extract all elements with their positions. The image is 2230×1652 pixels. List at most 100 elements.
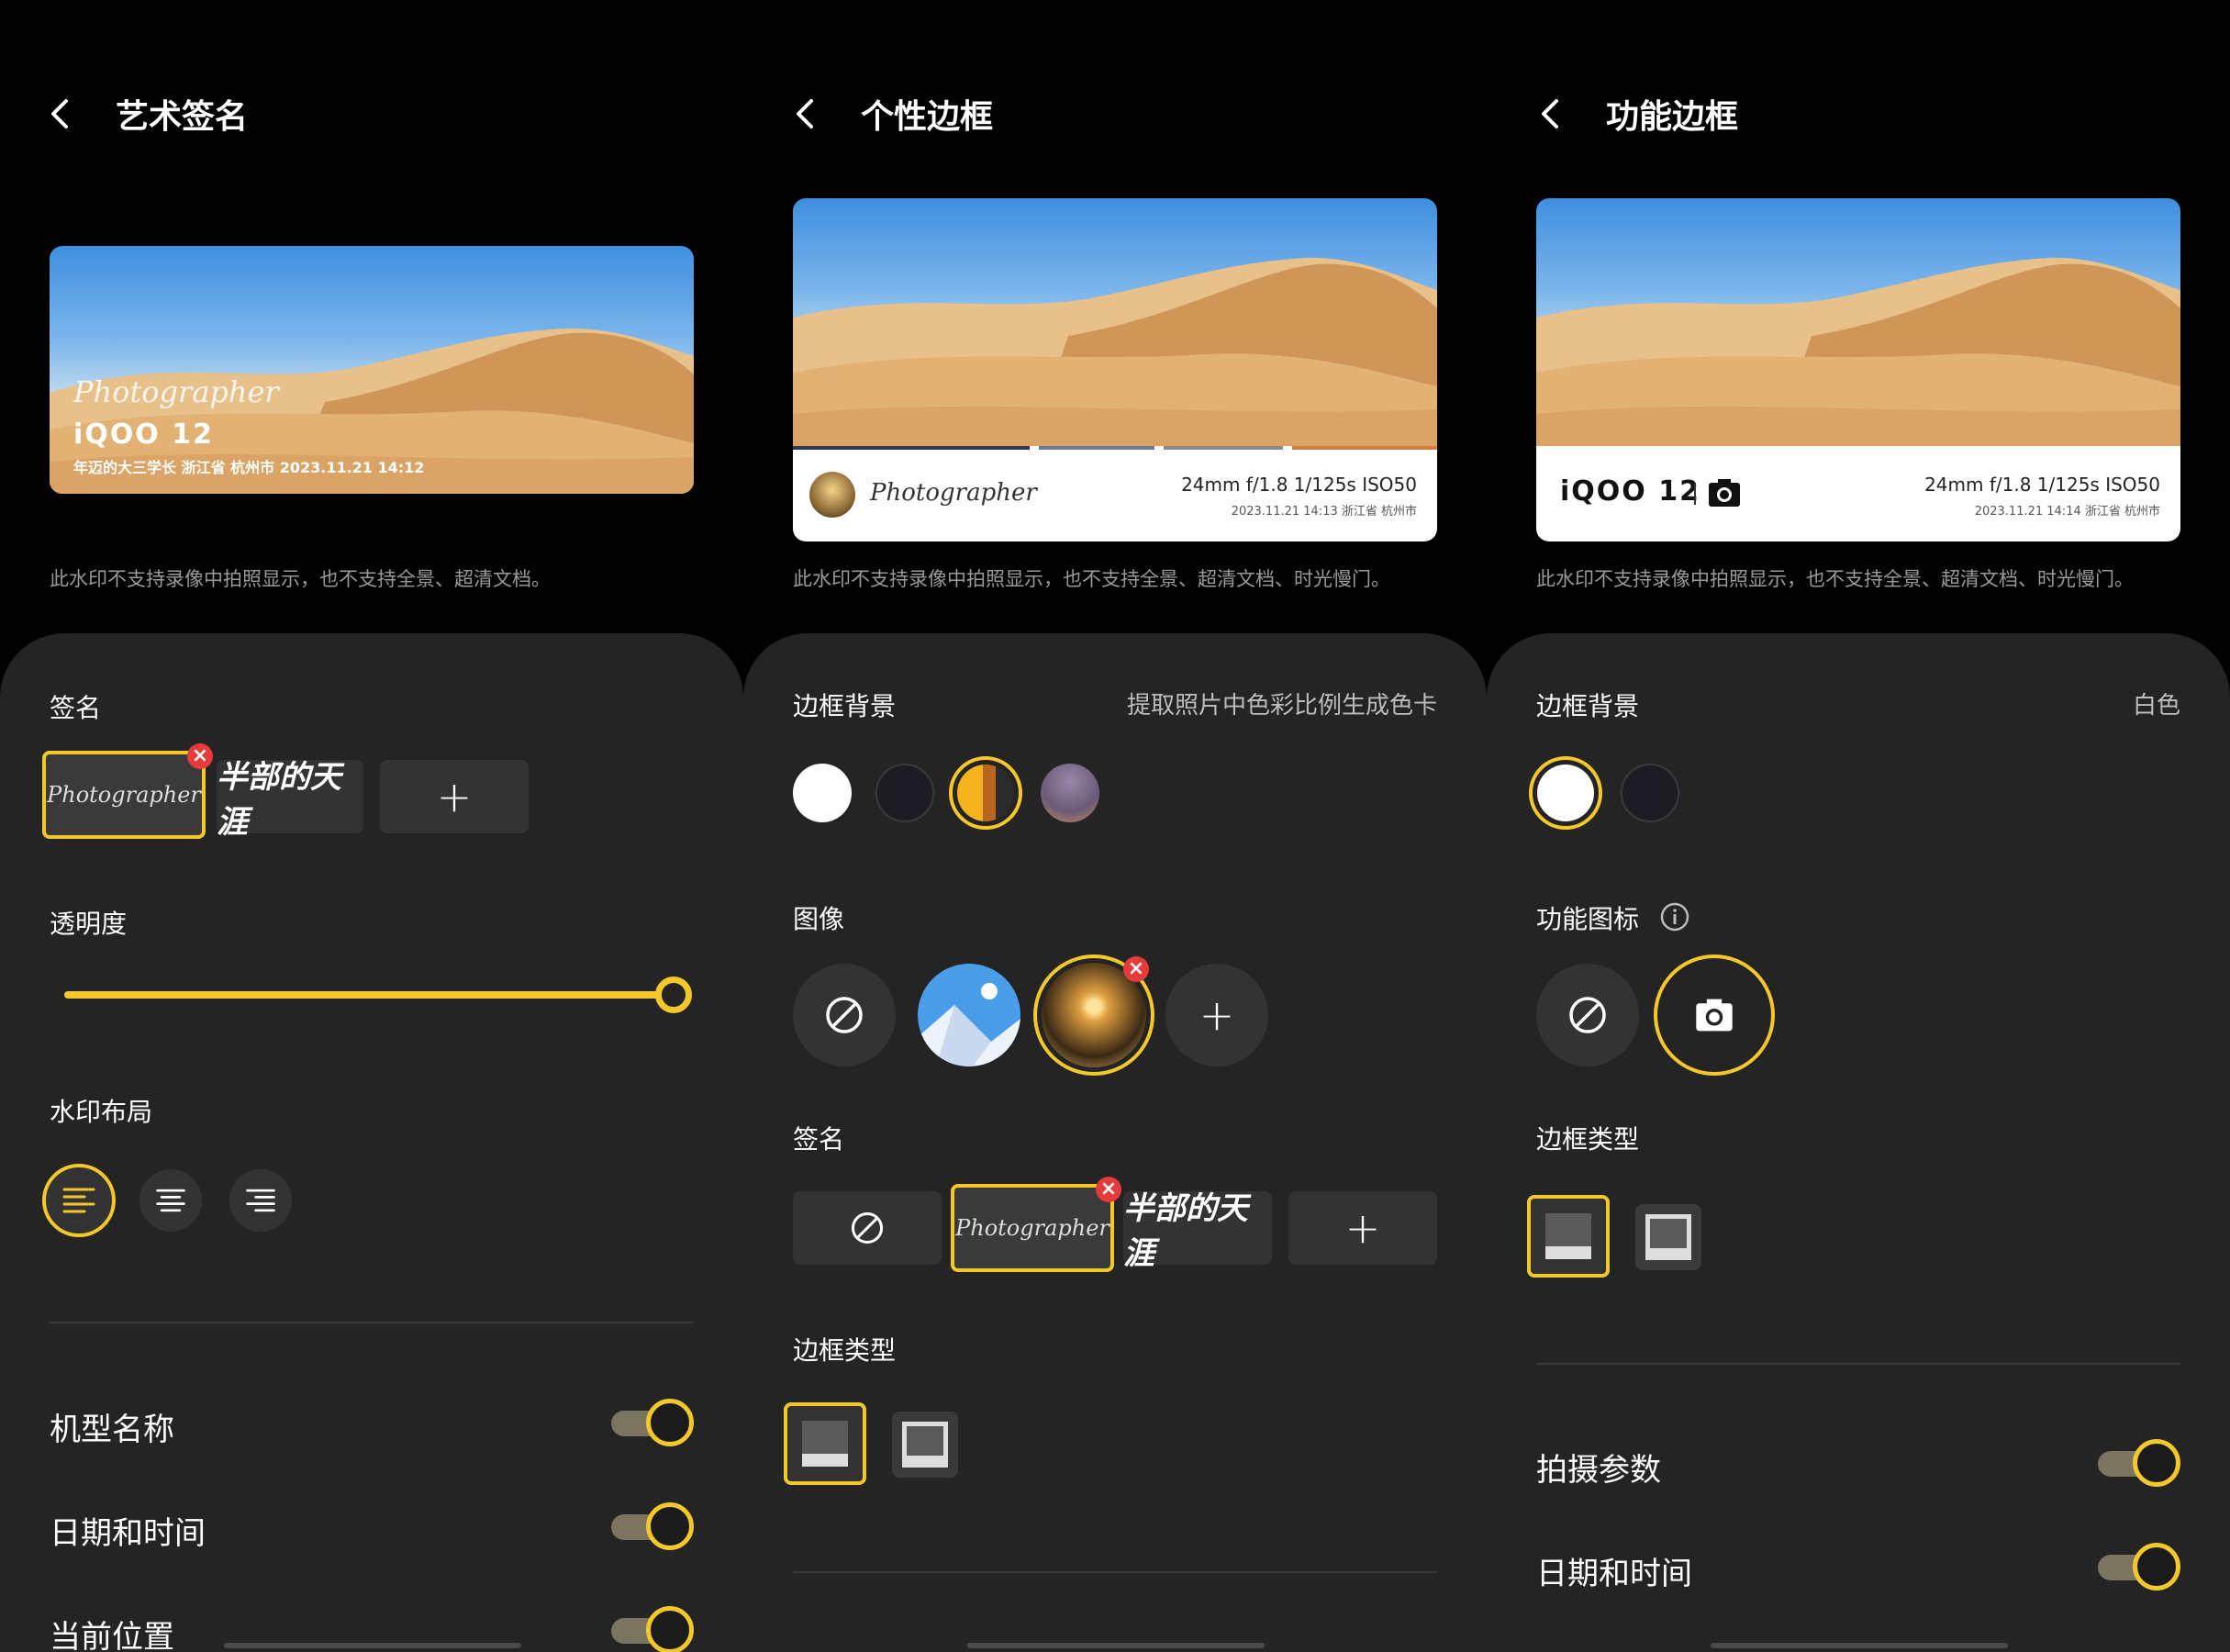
add-image-button[interactable]: + (1165, 964, 1268, 1066)
image-label: 图像 (793, 904, 845, 934)
settings-sheet: 边框背景 白色 功能图标 边框类型 拍摄参数 日期和时间 (1487, 633, 2230, 1652)
overlay-signature: Photographer (73, 374, 279, 409)
back-button[interactable] (46, 88, 83, 140)
palette-swatch (957, 765, 1014, 821)
frame-bottom-icon (802, 1421, 848, 1467)
scroll-indicator (1711, 1643, 2008, 1648)
avatar (809, 472, 855, 518)
remove-icon[interactable]: × (1096, 1177, 1121, 1202)
none-icon (1569, 997, 1606, 1033)
slider-fill (64, 991, 679, 999)
bg-color-palette[interactable] (949, 756, 1022, 830)
frame-type-full[interactable] (1635, 1204, 1701, 1270)
divider (793, 1571, 1437, 1573)
note-text: 此水印不支持录像中拍照显示，也不支持全景、超清文档、时光慢门。 (793, 568, 1390, 590)
icon-none-button[interactable] (1536, 964, 1639, 1066)
bg-label: 边框背景 (793, 691, 897, 721)
frame-preview: iQOO 12 24mm f/1.8 1/125s ISO50 2023.11.… (1536, 198, 2180, 541)
params-toggle[interactable] (2098, 1439, 2180, 1487)
bg-color-white[interactable] (1529, 756, 1602, 830)
back-button[interactable] (1536, 88, 1573, 140)
frame-model: iQOO 12 (1560, 475, 1700, 508)
signature-option-photographer[interactable]: Photographer × (951, 1177, 1121, 1272)
frame-full-icon (902, 1422, 948, 1468)
align-center-button[interactable] (139, 1169, 202, 1232)
slider-thumb[interactable] (655, 977, 692, 1013)
toggle-label-location: 当前位置 (50, 1619, 174, 1652)
info-icon[interactable] (1659, 901, 1690, 932)
signature-label: 签名 (50, 693, 102, 723)
panel-custom-frame: 个性边框 Photographer 24mm f/1.8 1/125s ISO5… (743, 0, 1487, 1652)
overlay-model: iQOO 12 (73, 419, 214, 451)
bg-hint: 提取照片中色彩比例生成色卡 (1126, 692, 1437, 720)
bg-color-black[interactable] (875, 764, 934, 822)
frame-bottom-icon (1545, 1213, 1591, 1259)
plus-icon: + (1344, 1203, 1381, 1253)
camera-icon (1696, 999, 1733, 1032)
icon-camera-button[interactable] (1654, 954, 1775, 1076)
scroll-indicator (967, 1643, 1265, 1648)
signature-option-calligraphy[interactable]: 半部的天涯 (1123, 1190, 1272, 1272)
frame-params: 24mm f/1.8 1/125s ISO50 (1181, 474, 1417, 496)
remove-icon[interactable]: × (1123, 956, 1149, 982)
bg-value: 白色 (2132, 692, 2180, 720)
chevron-left-icon (1542, 99, 1558, 128)
align-left-icon (62, 1188, 95, 1213)
opacity-slider[interactable] (64, 973, 692, 1019)
chevron-left-icon (51, 99, 68, 128)
frame-type-label: 边框类型 (793, 1335, 897, 1366)
datetime-toggle[interactable] (611, 1502, 694, 1550)
dune-illustration (1536, 257, 2180, 446)
align-center-icon (156, 1189, 185, 1212)
chevron-left-icon (797, 99, 813, 128)
watermark-preview: Photographer iQOO 12 年迈的大三学长 浙江省 杭州市 202… (50, 246, 694, 494)
frame-type-full[interactable] (892, 1412, 958, 1478)
image-gallery-button[interactable] (918, 964, 1020, 1066)
camera-icon (1709, 479, 1740, 507)
scroll-indicator (224, 1643, 521, 1648)
toggle-label-datetime: 日期和时间 (1536, 1556, 1692, 1592)
panel-function-frame: 功能边框 iQOO 12 24mm f/1.8 1/125s ISO50 202… (1487, 0, 2230, 1652)
note-text: 此水印不支持录像中拍照显示，也不支持全景、超清文档。 (50, 568, 551, 590)
icon-label: 功能图标 (1536, 904, 1640, 934)
bg-color-white[interactable] (793, 764, 852, 822)
header: 艺术签名 (46, 88, 248, 140)
add-signature-button[interactable]: + (380, 760, 529, 833)
signature-option-photographer[interactable]: Photographer × (42, 743, 213, 839)
plus-icon: + (436, 772, 473, 821)
signature-option-calligraphy[interactable]: 半部的天涯 (217, 759, 363, 841)
bg-color-gradient[interactable] (1041, 764, 1099, 822)
toggle-label-datetime: 日期和时间 (50, 1515, 206, 1552)
align-right-icon (246, 1189, 275, 1212)
align-right-button[interactable] (229, 1169, 292, 1232)
none-icon (851, 1211, 884, 1245)
bg-color-black[interactable] (1621, 764, 1679, 822)
signature-none-button[interactable] (793, 1191, 942, 1265)
toggle-label-model: 机型名称 (50, 1412, 174, 1448)
note-text: 此水印不支持录像中拍照显示，也不支持全景、超清文档、时光慢门。 (1536, 568, 2134, 590)
image-none-button[interactable] (793, 964, 896, 1066)
overlay-caption: 年迈的大三学长 浙江省 杭州市 2023.11.21 14:12 (73, 459, 425, 476)
frame-full-icon (1645, 1214, 1691, 1260)
datetime-toggle[interactable] (2098, 1543, 2180, 1591)
plus-icon: + (1199, 990, 1235, 1040)
back-button[interactable] (791, 88, 828, 140)
dune-illustration (793, 257, 1437, 446)
frame-type-bottom[interactable] (1527, 1195, 1610, 1278)
bg-label: 边框背景 (1536, 691, 1640, 721)
model-name-toggle[interactable] (611, 1399, 694, 1446)
gallery-icon (918, 983, 1020, 1066)
add-signature-button[interactable]: + (1288, 1191, 1437, 1265)
layout-label: 水印布局 (50, 1097, 153, 1127)
image-sunset-button[interactable]: × (1033, 954, 1154, 1076)
frame-bar: Photographer 24mm f/1.8 1/125s ISO50 202… (793, 446, 1437, 541)
settings-sheet: 签名 Photographer × 半部的天涯 + 透明度 水印布局 机型名称 (0, 633, 743, 1652)
opacity-label: 透明度 (50, 909, 128, 939)
frame-type-bottom[interactable] (784, 1402, 866, 1485)
remove-icon[interactable]: × (187, 743, 213, 769)
frame-meta: 2023.11.21 14:14 浙江省 杭州市 (1974, 505, 2160, 519)
location-toggle[interactable] (611, 1606, 694, 1652)
align-left-button[interactable] (42, 1164, 116, 1237)
page-title: 功能边框 (1606, 98, 1739, 136)
header: 个性边框 (791, 88, 993, 140)
